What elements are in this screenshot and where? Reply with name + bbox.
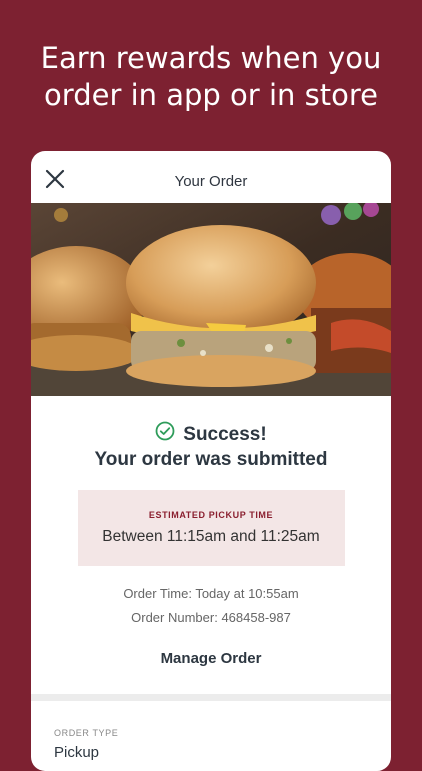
- promo-banner: Earn rewards when you order in app or in…: [0, 40, 422, 114]
- section-divider: [31, 694, 391, 701]
- promo-line-2: order in app or in store: [44, 78, 378, 112]
- page-title: Your Order: [174, 173, 248, 190]
- promo-line-1: Earn rewards when you: [40, 41, 382, 75]
- food-hero-image: [31, 203, 391, 396]
- card-header: Your Order: [31, 151, 391, 203]
- check-circle-icon: [155, 421, 175, 448]
- pickup-value: Between 11:15am and 11:25am: [102, 528, 320, 545]
- success-subline: Your order was submitted: [94, 449, 328, 470]
- success-headline: Success!: [183, 423, 267, 445]
- order-type-label: ORDER TYPE: [54, 728, 119, 738]
- success-section: Success! Your order was submitted: [31, 421, 391, 472]
- manage-order-button[interactable]: Manage Order: [31, 650, 391, 667]
- order-time: Order Time: Today at 10:55am: [123, 586, 299, 601]
- order-number: Order Number: 468458-987: [131, 610, 291, 625]
- order-meta: Order Time: Today at 10:55am Order Numbe…: [31, 582, 391, 630]
- pickup-time-box: ESTIMATED PICKUP TIME Between 11:15am an…: [77, 490, 345, 566]
- pickup-label: ESTIMATED PICKUP TIME: [148, 510, 274, 520]
- order-type-value: Pickup: [54, 744, 100, 761]
- order-card: Your Order Success! Your order was submi…: [31, 151, 391, 771]
